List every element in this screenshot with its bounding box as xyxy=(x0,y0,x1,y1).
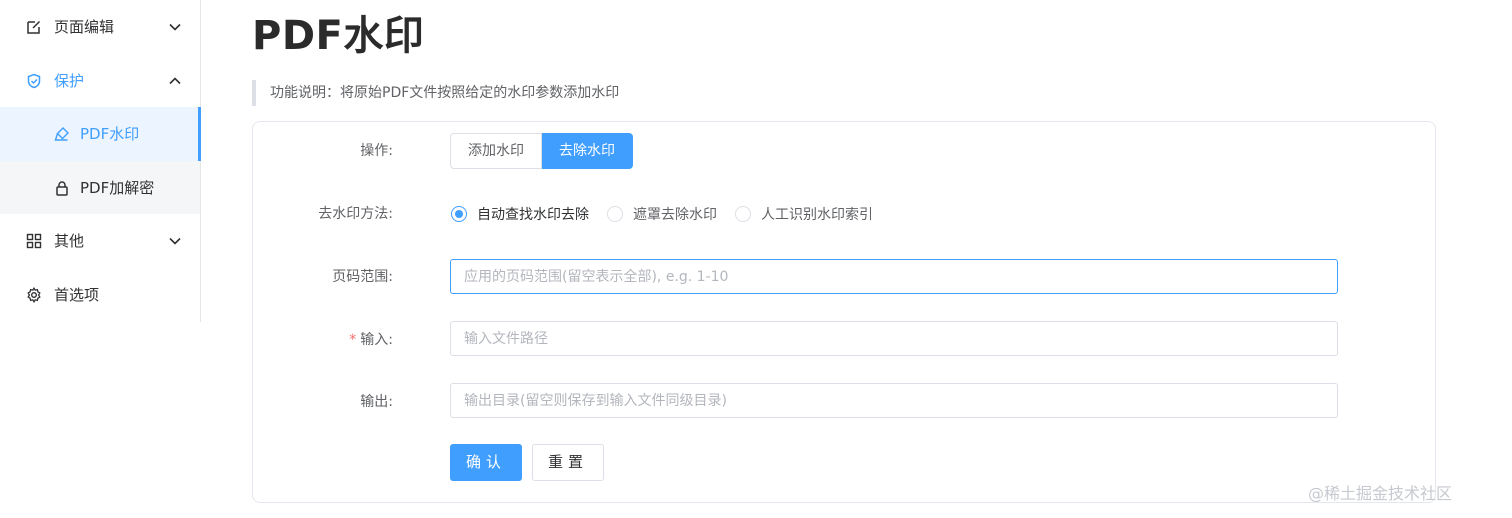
input-label: * 输入: xyxy=(253,330,393,350)
radio-mask-remove[interactable]: 遮罩去除水印 xyxy=(607,204,717,224)
brush-icon xyxy=(54,126,70,142)
radio-label: 人工识别水印索引 xyxy=(761,207,873,223)
method-label: 去水印方法: xyxy=(318,206,393,222)
edit-icon xyxy=(26,19,42,35)
chevron-up-icon xyxy=(168,74,182,88)
input-file-field[interactable] xyxy=(450,321,1338,356)
operation-label: 操作: xyxy=(360,143,393,159)
page-title: PDF水印 xyxy=(252,13,425,59)
sidebar: 页面编辑 保护 PDF水印 PDF加解密 其他 首选项 xyxy=(0,0,201,322)
sidebar-item-label: PDF水印 xyxy=(80,125,140,143)
radio-auto-find[interactable]: 自动查找水印去除 xyxy=(451,204,589,224)
remove-watermark-button[interactable]: 去除水印 xyxy=(542,133,633,169)
add-watermark-button[interactable]: 添加水印 xyxy=(450,133,542,169)
sidebar-item-pdf-watermark[interactable]: PDF水印 xyxy=(0,107,201,161)
radio-circle[interactable] xyxy=(451,206,467,222)
page-range-input[interactable] xyxy=(450,259,1338,294)
sidebar-item-label: 其他 xyxy=(54,232,85,250)
method-radio-group: 自动查找水印去除 遮罩去除水印 人工识别水印索引 xyxy=(451,204,891,224)
sidebar-item-other[interactable]: 其他 xyxy=(0,214,200,268)
sidebar-item-label: PDF加解密 xyxy=(80,179,155,197)
required-mark: * xyxy=(349,332,357,348)
sidebar-item-label: 保护 xyxy=(54,72,85,90)
page-range-label: 页码范围: xyxy=(332,269,393,285)
output-dir-field[interactable] xyxy=(450,383,1338,418)
confirm-button[interactable]: 确认 xyxy=(450,444,522,481)
gear-icon xyxy=(26,287,42,303)
sidebar-item-preferences[interactable]: 首选项 xyxy=(0,268,200,322)
sidebar-item-pdf-encrypt[interactable]: PDF加解密 xyxy=(0,161,200,215)
form-card: 操作: 添加水印 去除水印 去水印方法: 自动查找水印去除 遮罩去除水印 人工识… xyxy=(252,121,1436,503)
radio-circle[interactable] xyxy=(607,206,623,222)
input-label-text: 输入: xyxy=(360,332,393,348)
chevron-down-icon xyxy=(168,234,182,248)
site-watermark: @稀土掘金技术社区 xyxy=(1308,484,1453,503)
radio-manual-index[interactable]: 人工识别水印索引 xyxy=(735,204,873,224)
operation-toggle: 添加水印 去除水印 xyxy=(450,133,633,169)
radio-label: 自动查找水印去除 xyxy=(477,207,589,223)
sidebar-item-page-edit[interactable]: 页面编辑 xyxy=(0,0,200,54)
chevron-down-icon xyxy=(168,20,182,34)
shield-icon xyxy=(26,73,42,89)
sidebar-item-protect[interactable]: 保护 xyxy=(0,54,200,108)
sidebar-item-label: 页面编辑 xyxy=(54,18,115,36)
reset-button[interactable]: 重置 xyxy=(532,444,604,481)
lock-icon xyxy=(54,180,70,196)
radio-label: 遮罩去除水印 xyxy=(633,207,717,223)
page-description: 功能说明：将原始PDF文件按照给定的水印参数添加水印 xyxy=(252,80,619,106)
grid-icon xyxy=(26,233,42,249)
radio-circle[interactable] xyxy=(735,206,751,222)
sidebar-item-label: 首选项 xyxy=(54,286,100,304)
output-label: 输出: xyxy=(360,394,393,410)
app-window: 页面编辑 保护 PDF水印 PDF加解密 其他 首选项 PDF水印 功能说明：将… xyxy=(0,0,1512,518)
